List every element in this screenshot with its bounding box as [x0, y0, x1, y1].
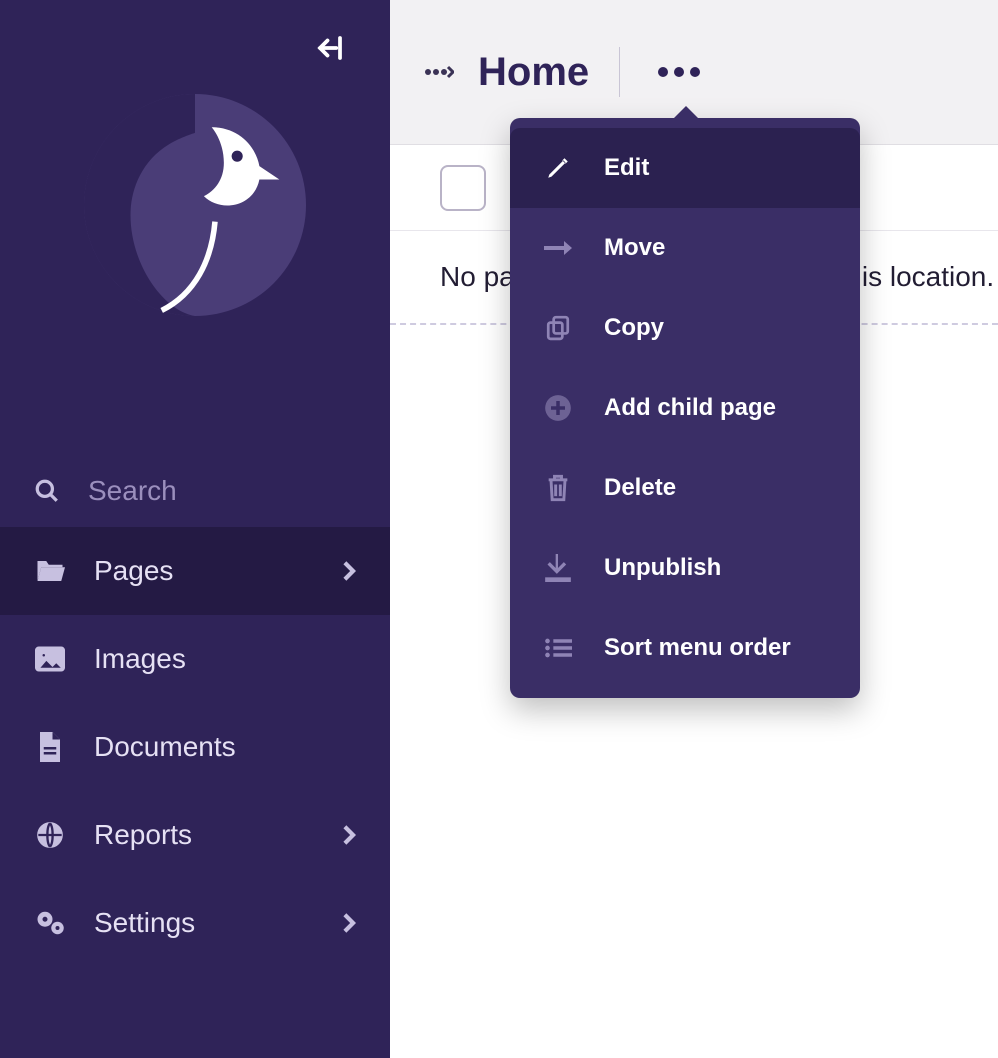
- wagtail-logo: [84, 94, 306, 316]
- action-add-child[interactable]: Add child page: [510, 368, 860, 448]
- select-all-checkbox[interactable]: [440, 165, 486, 211]
- action-sort[interactable]: Sort menu order: [510, 608, 860, 688]
- action-label: Delete: [604, 474, 676, 502]
- sidebar-item-images[interactable]: Images: [0, 615, 390, 703]
- file-icon: [34, 732, 66, 762]
- action-copy[interactable]: Copy: [510, 288, 860, 368]
- action-label: Sort menu order: [604, 634, 791, 662]
- sidebar-search: [0, 455, 390, 527]
- pencil-icon: [542, 155, 574, 181]
- download-icon: [542, 554, 574, 582]
- action-label: Copy: [604, 314, 664, 342]
- copy-icon: [542, 315, 574, 341]
- sidebar-item-documents[interactable]: Documents: [0, 703, 390, 791]
- page-actions-menu: Edit Move Copy Add child page Delete: [510, 118, 860, 698]
- sidebar-item-label: Reports: [94, 819, 314, 851]
- trash-icon: [542, 474, 574, 502]
- page-actions-button[interactable]: [650, 59, 708, 85]
- sidebar-item-settings[interactable]: Settings: [0, 879, 390, 967]
- action-label: Move: [604, 234, 665, 262]
- image-icon: [34, 646, 66, 672]
- search-icon: [34, 478, 60, 504]
- action-label: Unpublish: [604, 554, 721, 582]
- chevron-right-icon: [342, 912, 356, 934]
- sidebar-item-pages[interactable]: Pages: [0, 527, 390, 615]
- divider: [619, 47, 620, 97]
- breadcrumb-expand-button[interactable]: [424, 57, 454, 87]
- sidebar-item-label: Documents: [94, 731, 356, 763]
- gears-icon: [34, 909, 66, 937]
- globe-icon: [34, 821, 66, 849]
- arrow-right-icon: [542, 240, 574, 256]
- plus-circle-icon: [542, 394, 574, 422]
- collapse-sidebar-button[interactable]: [310, 28, 350, 68]
- page-title: Home: [478, 50, 589, 95]
- sidebar-item-label: Images: [94, 643, 356, 675]
- action-label: Add child page: [604, 394, 776, 422]
- action-edit[interactable]: Edit: [510, 128, 860, 208]
- list-icon: [542, 637, 574, 659]
- sidebar: Pages Images: [0, 0, 390, 1058]
- chevron-right-icon: [342, 824, 356, 846]
- action-unpublish[interactable]: Unpublish: [510, 528, 860, 608]
- action-delete[interactable]: Delete: [510, 448, 860, 528]
- sidebar-nav: Pages Images: [0, 527, 390, 967]
- sidebar-item-label: Settings: [94, 907, 314, 939]
- chevron-right-icon: [342, 560, 356, 582]
- sidebar-item-label: Pages: [94, 555, 314, 587]
- action-move[interactable]: Move: [510, 208, 860, 288]
- folder-open-icon: [34, 558, 66, 584]
- action-label: Edit: [604, 154, 649, 182]
- sidebar-item-reports[interactable]: Reports: [0, 791, 390, 879]
